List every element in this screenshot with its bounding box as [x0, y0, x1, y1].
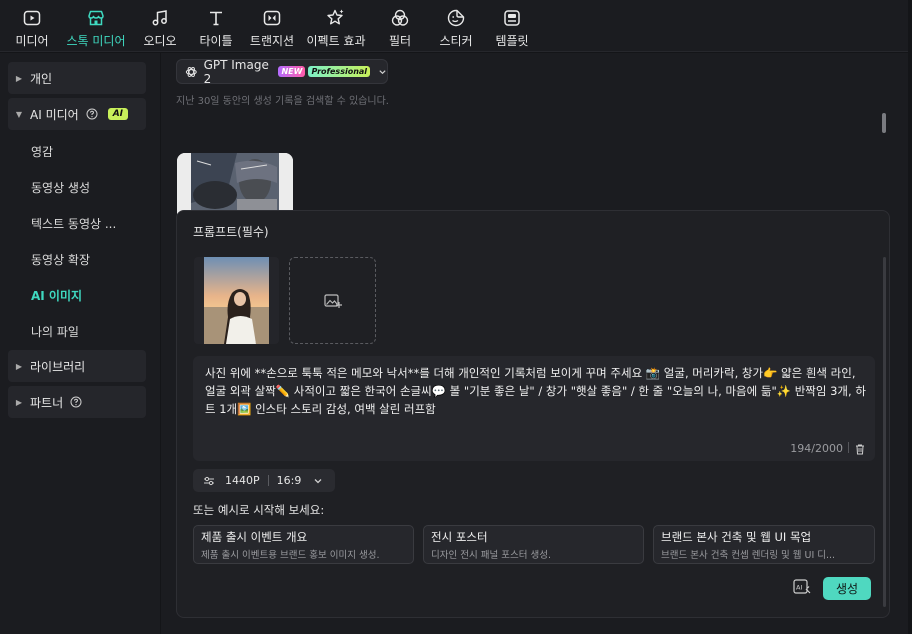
panel-scrollbar[interactable] [883, 257, 886, 607]
example-card-brand-hq-mockup[interactable]: 브랜드 본사 건축 및 웹 UI 목업 브랜드 본사 건축 컨셉 렌더링 및 웹… [653, 525, 875, 564]
add-image-button[interactable] [289, 257, 376, 344]
resolution-aspect-dropdown[interactable]: 1440P 16:9 [193, 469, 335, 492]
trash-icon[interactable] [854, 443, 866, 455]
toolbar-templates[interactable]: 템플릿 [492, 0, 532, 52]
prompt-panel: 프롬프트(필수) 사진 위에 **손으로 툭툭 적은 메모와 낙서**를 더해 … [176, 210, 890, 618]
toolbar-titles[interactable]: 타이틀 [196, 0, 236, 52]
template-icon [502, 8, 522, 28]
filter-icon [390, 8, 410, 28]
transition-icon [262, 8, 282, 28]
sidebar-item-video-extend[interactable]: 동영상 확장 [31, 251, 90, 268]
add-image-icon [323, 293, 342, 308]
settings-sliders-icon [204, 476, 214, 485]
character-counter: 194/2000 [790, 442, 843, 455]
resolution-value: 1440P [225, 474, 260, 487]
toolbar-stickers[interactable]: 스티커 [436, 0, 476, 52]
toolbar-filters[interactable]: 필터 [380, 0, 420, 52]
toolbar-audio[interactable]: 오디오 [140, 0, 180, 52]
ai-badge: AI [107, 108, 129, 120]
ai-enhance-icon[interactable]: AI [792, 577, 812, 597]
model-dropdown[interactable]: GPT Image 2 NEW Professional [176, 57, 388, 86]
chevron-down-icon [379, 69, 386, 74]
caret-right-icon: ▶ [15, 397, 23, 407]
prompt-text: 사진 위에 **손으로 툭툭 적은 메모와 낙서**를 더해 개인적인 기록처럼… [205, 366, 866, 416]
prompt-title: 프롬프트(필수) [193, 225, 269, 239]
toolbar-media[interactable]: 미디어 [12, 0, 52, 52]
music-note-icon [150, 8, 170, 28]
examples-title: 또는 예시로 시작해 보세요: [193, 503, 325, 517]
caret-right-icon: ▶ [15, 361, 23, 371]
sidebar-item-video-generation[interactable]: 동영상 생성 [31, 179, 90, 196]
main-scrollbar[interactable] [882, 113, 886, 133]
new-badge: NEW [278, 66, 306, 77]
sidebar-group-personal[interactable]: ▶ 개인 [8, 62, 146, 94]
media-play-icon [22, 8, 42, 28]
text-t-icon [206, 8, 226, 28]
history-hint: 지난 30일 동안의 생성 기록을 검색할 수 있습니다. [176, 96, 389, 107]
store-icon [86, 8, 106, 28]
sidebar-item-text-to-video[interactable]: 텍스트 동영상 ... [31, 215, 116, 232]
sidebar-item-ai-image[interactable]: AI 이미지 [31, 287, 82, 304]
sticker-icon [446, 8, 466, 28]
sidebar: ▶ 개인 ▼ AI 미디어 AI 영감 동영상 생성 텍스트 동영상 ... 동… [0, 53, 160, 634]
toolbar-stock-media[interactable]: 스톡 미디어 [62, 0, 130, 52]
sidebar-group-library[interactable]: ▶ 라이브러리 [8, 350, 146, 382]
example-card-exhibition-poster[interactable]: 전시 포스터 디자인 전시 패널 포스터 생성. [423, 525, 644, 564]
main-area: GPT Image 2 NEW Professional 지난 30일 동안의 … [161, 53, 908, 634]
caret-right-icon: ▶ [15, 73, 23, 83]
help-icon[interactable] [86, 108, 98, 120]
professional-badge: Professional [308, 66, 371, 77]
sidebar-item-inspiration[interactable]: 영감 [31, 143, 53, 160]
prompt-textarea[interactable]: 사진 위에 **손으로 툭툭 적은 메모와 낙서**를 더해 개인적인 기록처럼… [193, 356, 875, 461]
counter-divider [848, 442, 849, 453]
history-image-thumbnail[interactable] [177, 153, 293, 215]
help-icon[interactable] [70, 396, 82, 408]
sidebar-group-partner[interactable]: ▶ 파트너 [8, 386, 146, 418]
example-card-product-launch[interactable]: 제품 출시 이벤트 개요 제품 출시 이벤트용 브랜드 홍보 이미지 생성. [193, 525, 414, 564]
toolbar-effects[interactable]: 이펙트 효과 [302, 0, 370, 52]
toolbar-transitions[interactable]: 트랜지션 [246, 0, 298, 52]
model-name: GPT Image 2 [203, 57, 269, 86]
sidebar-group-ai-media[interactable]: ▼ AI 미디어 AI [8, 98, 146, 130]
top-toolbar: 미디어 스톡 미디어 오디오 타이틀 트랜지션 이펙트 효과 필터 스티커 템플… [0, 0, 908, 52]
svg-text:AI: AI [796, 584, 802, 592]
history-image-picture [177, 153, 293, 215]
uploaded-photo-picture [194, 257, 279, 344]
openai-logo-icon [185, 66, 197, 77]
aspect-ratio-value: 16:9 [276, 474, 302, 487]
effect-sparkle-icon [326, 8, 346, 28]
uploaded-image[interactable] [194, 257, 279, 344]
caret-down-icon: ▼ [15, 109, 23, 119]
chevron-down-icon [314, 478, 322, 483]
generate-button[interactable]: 생성 [823, 577, 871, 600]
sidebar-item-my-files[interactable]: 나의 파일 [31, 323, 79, 340]
